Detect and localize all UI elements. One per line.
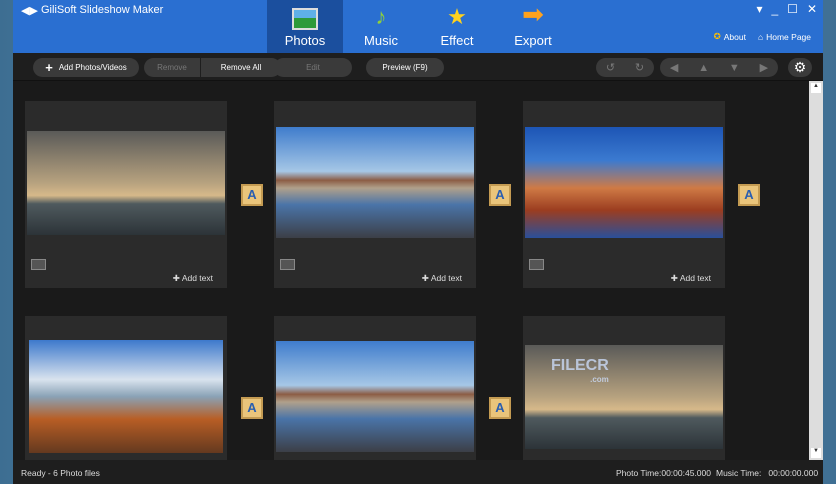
add-text-button[interactable]: ✚ Add text <box>173 273 213 284</box>
transition-icon[interactable]: A <box>241 184 263 206</box>
music-note-icon: ♪ <box>375 4 387 29</box>
photo-card[interactable]: ✚ Add text <box>523 101 725 288</box>
photo-thumbnail <box>276 341 474 452</box>
minimize-icon[interactable]: _ <box>771 2 778 16</box>
settings-gear-icon[interactable]: ⚙ <box>788 58 812 77</box>
about-link[interactable]: ✪ About <box>714 31 746 42</box>
move-up-icon[interactable]: ▲ <box>698 62 709 74</box>
move-right-icon[interactable]: ▶ <box>760 61 768 74</box>
close-icon[interactable]: ✕ <box>807 2 817 16</box>
music-time: Music Time: 00:00:00.000 <box>716 468 819 478</box>
maximize-icon[interactable]: ☐ <box>787 2 798 16</box>
image-icon <box>529 259 544 270</box>
photo-thumbnail <box>276 127 474 238</box>
photo-thumbnail: FILECR .com <box>525 345 723 449</box>
watermark: FILECR .com <box>551 357 609 384</box>
remove-all-button[interactable]: Remove All <box>201 58 281 77</box>
photo-card[interactable]: ✚ Add text <box>25 101 227 288</box>
about-label: About <box>723 31 746 42</box>
app-title: ◀▶ GiliSoft Slideshow Maker <box>21 4 164 17</box>
photo-time: Photo Time:00:00:45.000 <box>616 468 711 478</box>
photo-card[interactable] <box>25 316 227 460</box>
app-title-text: GiliSoft Slideshow Maker <box>41 4 164 16</box>
header: ◀▶ GiliSoft Slideshow Maker Photos ♪ Music… <box>13 0 823 53</box>
status-text: Ready - 6 Photo files <box>21 468 100 478</box>
tab-effect[interactable]: ★ Effect <box>419 0 495 53</box>
image-icon <box>280 259 295 270</box>
home-page-link[interactable]: ⌂ Home Page <box>758 31 811 42</box>
move-left-icon[interactable]: ◀ <box>670 61 678 74</box>
photo-card[interactable] <box>274 316 476 460</box>
add-text-label: Add text <box>430 273 462 283</box>
add-photos-label: Add Photos/Videos <box>58 63 127 72</box>
add-text-label: Add text <box>181 273 213 283</box>
photo-thumbnail <box>27 131 225 235</box>
tab-photos[interactable]: Photos <box>267 0 343 53</box>
photo-thumbnail <box>525 127 723 238</box>
transition-icon[interactable]: A <box>489 397 511 419</box>
watermark-sub: .com <box>590 375 609 384</box>
transition-icon[interactable]: A <box>738 184 760 206</box>
tab-label: Export <box>514 33 552 48</box>
photo-icon <box>267 0 343 30</box>
tab-music[interactable]: ♪ Music <box>343 0 419 53</box>
add-text-button[interactable]: ✚ Add text <box>422 273 462 284</box>
photo-thumbnail <box>29 340 223 453</box>
plus-icon: + <box>45 60 53 75</box>
medal-icon: ✪ <box>713 31 721 41</box>
window-controls: ▾ _ ☐ ✕ <box>756 2 817 16</box>
menu-dropdown-icon[interactable]: ▾ <box>756 2 762 16</box>
move-group: ◀ ▲ ▼ ▶ <box>660 58 778 77</box>
add-photos-button[interactable]: + Add Photos/Videos <box>33 58 139 77</box>
add-text-button[interactable]: ✚ Add text <box>671 273 711 284</box>
move-down-icon[interactable]: ▼ <box>729 62 740 74</box>
photo-card[interactable]: ✚ Add text <box>274 101 476 288</box>
add-text-label: Add text <box>679 273 711 283</box>
tab-label: Effect <box>440 33 474 48</box>
app-window: ◀▶ GiliSoft Slideshow Maker Photos ♪ Music… <box>13 0 823 484</box>
app-logo-icon: ◀▶ <box>21 5 38 17</box>
toolbar: + Add Photos/Videos Remove Remove All Edi… <box>13 53 823 81</box>
tab-label: Music <box>364 33 398 48</box>
photo-grid: ✚ Add text A ✚ Add text A ✚ Add text A A… <box>13 81 809 460</box>
transition-icon[interactable]: A <box>489 184 511 206</box>
transition-icon[interactable]: A <box>241 397 263 419</box>
vertical-scrollbar[interactable]: ▲ ▼ <box>809 81 823 460</box>
rotate-right-icon[interactable]: ↻ <box>635 61 644 74</box>
tab-label: Photos <box>284 33 326 48</box>
status-bar: Ready - 6 Photo files Photo Time:00:00:4… <box>13 460 823 484</box>
scroll-up-icon[interactable]: ▲ <box>811 83 821 93</box>
watermark-text: FILECR <box>551 357 609 374</box>
image-icon <box>31 259 46 270</box>
edit-button[interactable]: Edit <box>274 58 352 77</box>
arrow-right-icon: ➡ <box>522 0 544 29</box>
magic-wand-icon: ★ <box>447 4 467 29</box>
preview-button[interactable]: Preview (F9) <box>366 58 444 77</box>
scroll-down-icon[interactable]: ▼ <box>811 448 821 458</box>
photo-card[interactable]: FILECR .com <box>523 316 725 460</box>
home-icon: ⌂ <box>757 31 764 42</box>
remove-button[interactable]: Remove <box>144 58 200 77</box>
tab-export[interactable]: ➡ Export <box>495 0 571 53</box>
rotate-group: ↺ ↻ <box>596 58 654 77</box>
home-page-label: Home Page <box>766 31 811 42</box>
rotate-left-icon[interactable]: ↺ <box>606 61 615 74</box>
